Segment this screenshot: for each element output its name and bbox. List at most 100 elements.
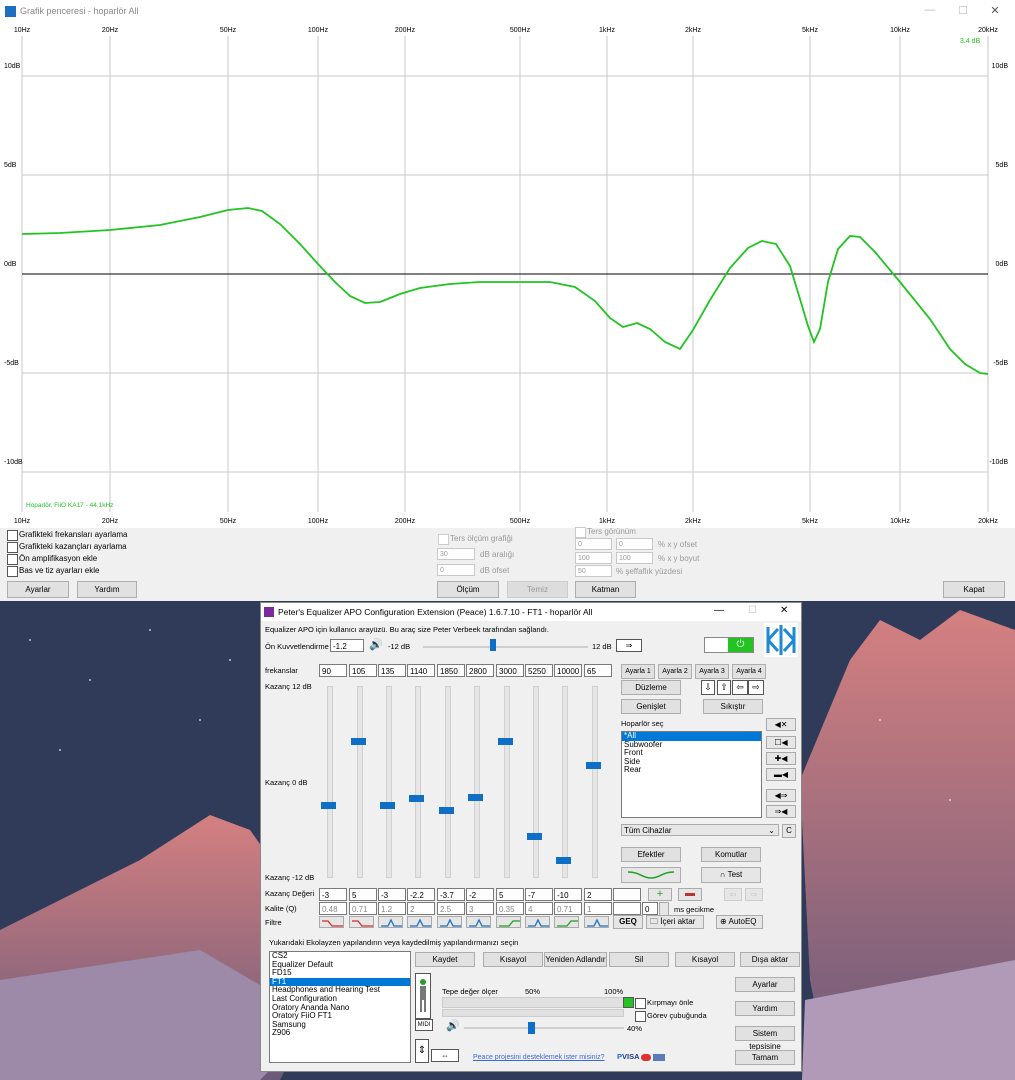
speaker-volume-icon[interactable]: 🔊 (369, 638, 383, 651)
quality-input[interactable]: 3 (466, 902, 494, 915)
side-button[interactable]: Ayarlar (735, 977, 795, 992)
preamp-slider-track[interactable] (423, 646, 588, 648)
frequency-input[interactable]: 105 (349, 664, 377, 677)
delay-input[interactable]: 0 (642, 902, 658, 915)
filter-type-button[interactable] (584, 916, 609, 928)
eq-slider-track[interactable] (415, 686, 421, 878)
frequency-input[interactable]: 90 (319, 664, 347, 677)
resize-arrows-icon[interactable]: ⇕ (415, 1039, 429, 1063)
extra-gain-input[interactable] (613, 888, 641, 901)
setting-button[interactable]: Ayarla 2 (658, 664, 692, 679)
eq-slider-track[interactable] (592, 686, 598, 878)
measurement-button[interactable]: Ölçüm (437, 581, 499, 598)
frequency-input[interactable]: 10000 (554, 664, 582, 677)
eq-slider-thumb[interactable] (586, 762, 601, 770)
db-range-input[interactable]: 30 (437, 548, 475, 560)
filter-type-button[interactable] (319, 916, 344, 928)
y-offset-input[interactable]: 0 (616, 538, 653, 550)
eq-slider-thumb[interactable] (498, 738, 513, 746)
config-list-item[interactable]: FD15 (270, 969, 410, 978)
side-button[interactable]: Sistem tepsisine (735, 1026, 795, 1051)
gain-input[interactable]: 5 (496, 888, 524, 901)
quality-input[interactable]: 0.35 (496, 902, 524, 915)
peace-maximize-icon[interactable]: ☐ (748, 605, 757, 616)
gain-input[interactable]: -3.7 (437, 888, 465, 901)
extra-q-input[interactable] (613, 902, 641, 915)
quality-input[interactable]: 0.71 (554, 902, 582, 915)
frequency-input[interactable]: 135 (378, 664, 406, 677)
action-button[interactable]: Kısayol (675, 952, 735, 967)
autoeq-button[interactable]: ⊕ AutoEQ (716, 915, 763, 929)
speaker-list-item[interactable]: Side (622, 757, 761, 767)
maximize-icon[interactable]: ☐ (948, 4, 978, 20)
frequency-input[interactable]: 3000 (496, 664, 524, 677)
import-button[interactable]: 🗀 İçeri aktar (646, 915, 704, 929)
close-icon[interactable]: ✕ (980, 4, 1010, 20)
help-button[interactable]: Yardım (77, 581, 137, 598)
layer-button[interactable]: Katman (575, 581, 636, 598)
frequency-input[interactable]: 2800 (466, 664, 494, 677)
preamp-slider-thumb[interactable] (490, 639, 496, 651)
checkbox-bass-treble[interactable] (7, 566, 18, 577)
filter-type-button[interactable] (349, 916, 374, 928)
arrow-down-icon[interactable]: ⇩ (701, 680, 715, 695)
device-select[interactable]: Tüm Cihazlar ⌄ (621, 824, 779, 836)
y-size-input[interactable]: 100 (616, 552, 653, 564)
action-button[interactable]: Kaydet (415, 952, 475, 967)
gain-input[interactable]: -10 (554, 888, 582, 901)
compress-button[interactable]: Sıkıştır (703, 699, 763, 714)
frequency-input[interactable]: 1140 (407, 664, 435, 677)
frequency-input[interactable]: 65 (584, 664, 612, 677)
eq-slider-track[interactable] (504, 686, 510, 878)
checkbox-freq-adjust[interactable] (7, 530, 18, 541)
settings-button[interactable]: Ayarlar (7, 581, 69, 598)
side-button[interactable]: Tamam (735, 1050, 795, 1065)
filter-type-button[interactable] (437, 916, 462, 928)
eq-slider-track[interactable] (357, 686, 363, 878)
frequency-input[interactable]: 1850 (437, 664, 465, 677)
arrow-right-icon[interactable]: ⇨ (748, 680, 764, 695)
eq-slider-track[interactable] (474, 686, 480, 878)
arrow-left-icon[interactable]: ⇦ (732, 680, 748, 695)
test-button[interactable]: ∩ Test (701, 867, 761, 883)
filter-type-button[interactable] (466, 916, 491, 928)
setting-button[interactable]: Ayarla 4 (732, 664, 766, 679)
eq-slider-thumb[interactable] (439, 807, 454, 815)
curve-graph-button[interactable] (621, 867, 681, 883)
shift-right-icon[interactable]: ⇨ (745, 888, 763, 901)
eq-slider-thumb[interactable] (527, 833, 542, 841)
action-button[interactable]: Dışa aktar (740, 952, 800, 967)
db-offset-input[interactable]: 0 (437, 564, 475, 576)
speaker-add-icon[interactable]: ✚◀ (766, 752, 796, 765)
eq-slider-thumb[interactable] (556, 857, 571, 865)
eq-slider-track[interactable] (327, 686, 333, 878)
x-offset-input[interactable]: 0 (575, 538, 612, 550)
gain-input[interactable]: -3 (378, 888, 406, 901)
eq-slider-track[interactable] (533, 686, 539, 878)
connect-icon[interactable]: ⇔ (431, 1049, 459, 1062)
power-toggle[interactable]: ⏻ (704, 637, 754, 653)
x-size-input[interactable]: 100 (575, 552, 612, 564)
peace-close-icon[interactable]: ✕ (780, 605, 788, 616)
clear-button[interactable]: Temiz (507, 581, 568, 598)
speaker-forward-gray-icon[interactable]: ⇒◀ (766, 805, 796, 818)
arrow-up-icon[interactable]: ⇧ (717, 680, 731, 695)
config-list-item[interactable]: Samsung (270, 1020, 410, 1030)
minimize-icon[interactable]: — (915, 4, 945, 20)
config-list[interactable]: CS2 Equalizer Default FD15 FT1 Headphones an… (269, 951, 411, 1063)
checkbox-ters-gorunum[interactable] (575, 527, 586, 538)
filter-type-button[interactable] (496, 916, 521, 928)
quality-input[interactable]: 2.5 (437, 902, 465, 915)
speaker-list[interactable]: *All Subwoofer Front Side Rear (621, 731, 762, 818)
filter-type-button[interactable] (554, 916, 579, 928)
gain-input[interactable]: 5 (349, 888, 377, 901)
remove-band-icon[interactable] (678, 888, 702, 901)
quality-input[interactable]: 4 (525, 902, 553, 915)
checkbox-ters-olcum[interactable] (438, 534, 449, 545)
eq-slider-track[interactable] (386, 686, 392, 878)
eq-slider-track[interactable] (445, 686, 451, 878)
shift-left-icon[interactable]: ⇦ (724, 888, 742, 901)
donate-link[interactable]: Peace projesini desteklemek ister misini… (473, 1054, 605, 1061)
setting-button[interactable]: Ayarla 1 (621, 664, 655, 679)
expand-button[interactable]: Genişlet (621, 699, 681, 714)
